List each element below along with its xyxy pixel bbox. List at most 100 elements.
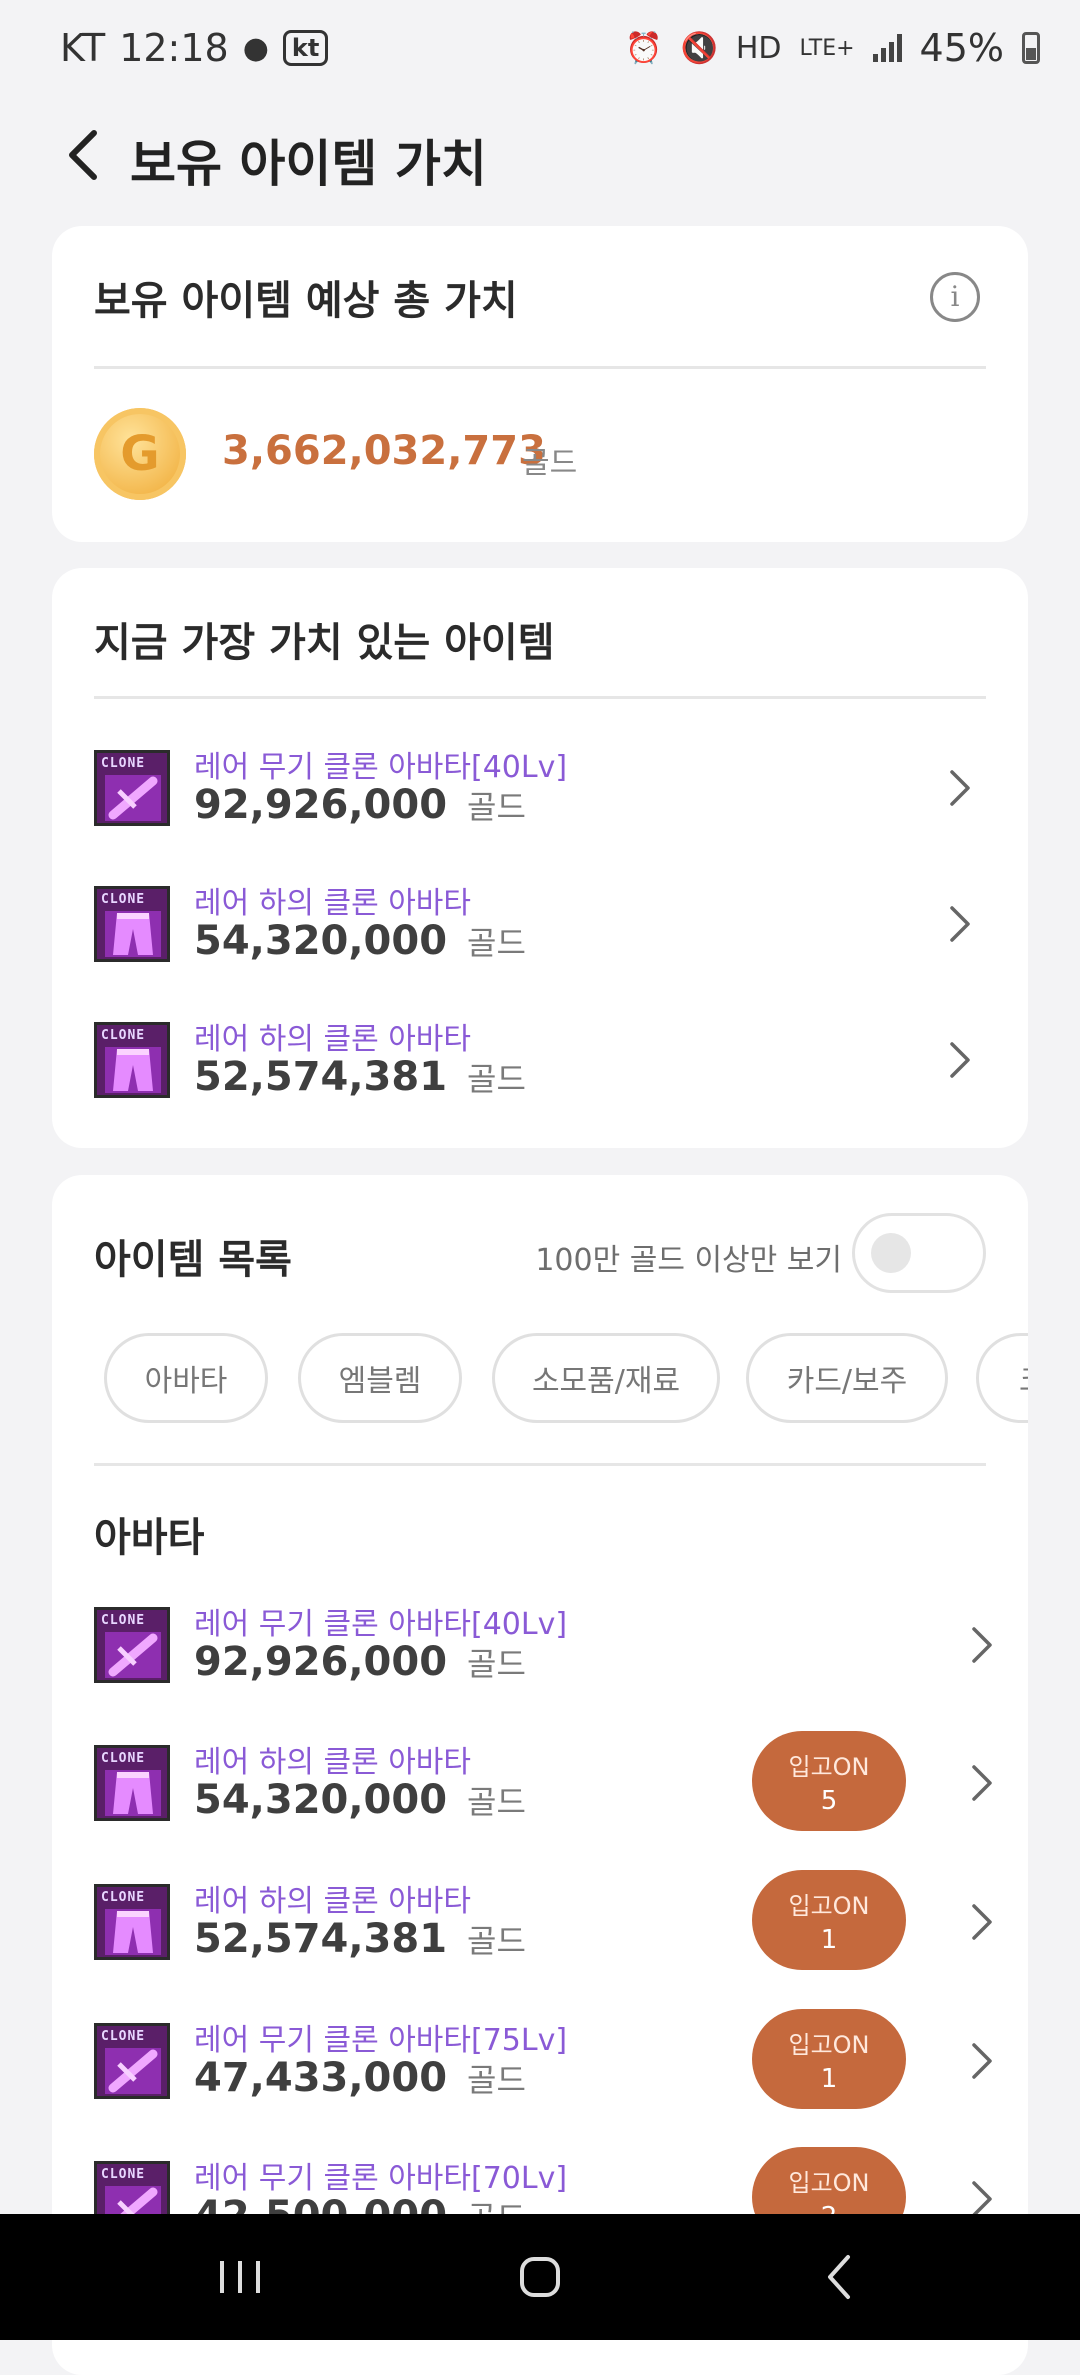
item-name: 레어 무기 클론 아바타[40Lv] — [194, 1607, 568, 1642]
chevron-right-icon — [970, 1625, 994, 1665]
hd-icon: HD — [735, 30, 782, 66]
back-chevron-icon — [828, 2255, 850, 2299]
category-chips: 아바타 엠블렘 소모품/재료 카드/보주 크 — [104, 1333, 1028, 1427]
item-price: 54,320,000 골드 — [194, 918, 526, 964]
chip-consumables[interactable]: 소모품/재료 — [492, 1333, 720, 1423]
clone-tag: CLONE — [101, 2029, 146, 2044]
chevron-right-icon — [948, 904, 972, 944]
chevron-right-icon — [970, 1763, 994, 1803]
total-value-unit: 골드 — [522, 446, 578, 481]
clone-tag: CLONE — [101, 1890, 146, 1905]
chevron-right-icon — [948, 1040, 972, 1080]
restock-count: 1 — [820, 1925, 838, 1955]
chip-card-orb[interactable]: 카드/보주 — [746, 1333, 948, 1423]
toggle-label: 100만 골드 이상만 보기 — [535, 1243, 842, 1278]
top-items-title: 지금 가장 가치 있는 아이템 — [94, 620, 555, 666]
top-item-row[interactable]: CLONE 레어 무기 클론 아바타[40Lv] 92,926,000 골드 — [94, 728, 986, 848]
item-price: 52,574,381 골드 — [194, 1054, 526, 1100]
item-name: 레어 하의 클론 아바타 — [194, 1884, 472, 1919]
section-title: 아바타 — [94, 1515, 205, 1561]
top-item-row[interactable]: CLONE 레어 하의 클론 아바타 52,574,381 골드 — [94, 1000, 986, 1120]
clone-tag: CLONE — [101, 2167, 146, 2182]
restock-badge[interactable]: 입고ON 1 — [752, 1870, 906, 1970]
total-value-title: 보유 아이템 예상 총 가치 — [94, 278, 518, 324]
lte-icon: LTE+ — [799, 35, 855, 61]
item-price-unit: 골드 — [467, 1645, 526, 1683]
list-item[interactable]: CLONE 레어 하의 클론 아바타 52,574,381 골드 입고ON 1 — [94, 1862, 992, 1982]
clone-tag: CLONE — [101, 892, 146, 907]
back-button[interactable] — [52, 120, 112, 190]
toggle-knob — [871, 1233, 911, 1273]
chat-bubble-icon: ● — [242, 30, 269, 66]
total-value: 3,662,032,773 — [222, 428, 546, 474]
item-name: 레어 무기 클론 아바타[40Lv] — [194, 750, 568, 785]
top-items-card: 지금 가장 가치 있는 아이템 CLONE 레어 무기 클론 아바타[40Lv]… — [52, 568, 1028, 1148]
weapon-clone-icon: CLONE — [94, 1607, 170, 1683]
chevron-right-icon — [948, 768, 972, 808]
item-name: 레어 하의 클론 아바타 — [194, 1745, 472, 1780]
item-price: 47,433,000 골드 — [194, 2055, 526, 2101]
clone-tag: CLONE — [101, 1751, 146, 1766]
app-header: 보유 아이템 가치 — [0, 110, 1080, 202]
chevron-right-icon — [970, 2179, 994, 2219]
item-name: 레어 무기 클론 아바타[75Lv] — [194, 2023, 568, 2058]
weapon-clone-icon: CLONE — [94, 750, 170, 826]
item-price: 92,926,000 골드 — [194, 1639, 526, 1685]
item-list-card: 아이템 목록 100만 골드 이상만 보기 아바타 엠블렘 소모품/재료 카드/… — [52, 1175, 1028, 2375]
home-icon — [520, 2257, 560, 2297]
chevron-right-icon — [970, 2041, 994, 2081]
item-price-unit: 골드 — [467, 2061, 526, 2099]
item-name: 레어 하의 클론 아바타 — [194, 1022, 472, 1057]
item-list-title: 아이템 목록 — [94, 1237, 292, 1283]
clock: 12:18 — [119, 26, 229, 70]
pants-clone-icon: CLONE — [94, 1745, 170, 1821]
min-gold-toggle[interactable] — [852, 1213, 986, 1293]
divider — [94, 1463, 986, 1466]
home-button[interactable] — [440, 2214, 640, 2340]
chip-avatar[interactable]: 아바타 — [104, 1333, 268, 1423]
restock-badge[interactable]: 입고ON 5 — [752, 1731, 906, 1831]
chevron-right-icon — [970, 1902, 994, 1942]
signal-icon — [872, 34, 902, 62]
info-icon[interactable]: i — [930, 272, 980, 322]
item-price-unit: 골드 — [467, 1783, 526, 1821]
item-price-unit: 골드 — [467, 924, 526, 962]
page-title: 보유 아이템 가치 — [130, 135, 487, 193]
pants-clone-icon: CLONE — [94, 1022, 170, 1098]
restock-label: 입고ON — [788, 2031, 870, 2059]
list-item[interactable]: CLONE 레어 무기 클론 아바타[75Lv] 47,433,000 골드 입고… — [94, 2001, 992, 2121]
system-nav-bar — [0, 2214, 1080, 2340]
recents-icon — [220, 2261, 260, 2293]
list-item[interactable]: CLONE 레어 하의 클론 아바타 54,320,000 골드 입고ON 5 — [94, 1723, 992, 1843]
gold-coin-icon: G — [94, 408, 186, 500]
chip-more[interactable]: 크 — [976, 1333, 1028, 1423]
alarm-icon: ⏰ — [625, 30, 663, 66]
clone-tag: CLONE — [101, 1613, 146, 1628]
mute-icon: 🔇 — [680, 30, 718, 66]
list-item[interactable]: CLONE 레어 무기 클론 아바타[40Lv] 92,926,000 골드 — [94, 1585, 992, 1705]
clone-tag: CLONE — [101, 756, 146, 771]
weapon-clone-icon: CLONE — [94, 2023, 170, 2099]
item-price-unit: 골드 — [467, 1060, 526, 1098]
divider — [94, 366, 986, 369]
restock-badge[interactable]: 입고ON 1 — [752, 2009, 906, 2109]
item-price: 54,320,000 골드 — [194, 1777, 526, 1823]
back-arrow-icon — [69, 130, 97, 180]
system-back-button[interactable] — [740, 2214, 940, 2340]
kt-app-icon: kt — [282, 30, 329, 66]
restock-label: 입고ON — [788, 1892, 870, 1920]
restock-label: 입고ON — [788, 2169, 870, 2197]
total-value-card: 보유 아이템 예상 총 가치 i G 3,662,032,773 골드 — [52, 226, 1028, 542]
chip-emblem[interactable]: 엠블렘 — [298, 1333, 462, 1423]
recents-button[interactable] — [140, 2214, 340, 2340]
battery-icon — [1022, 32, 1040, 64]
clone-tag: CLONE — [101, 1028, 146, 1043]
top-item-row[interactable]: CLONE 레어 하의 클론 아바타 54,320,000 골드 — [94, 864, 986, 984]
pants-clone-icon: CLONE — [94, 886, 170, 962]
item-price-unit: 골드 — [467, 788, 526, 826]
item-price: 92,926,000 골드 — [194, 782, 526, 828]
carrier-label: KT — [60, 26, 106, 70]
status-bar: KT 12:18 ● kt ⏰ 🔇 HD LTE+ 45% — [0, 0, 1080, 100]
item-price-unit: 골드 — [467, 1922, 526, 1960]
restock-count: 5 — [820, 1786, 838, 1816]
